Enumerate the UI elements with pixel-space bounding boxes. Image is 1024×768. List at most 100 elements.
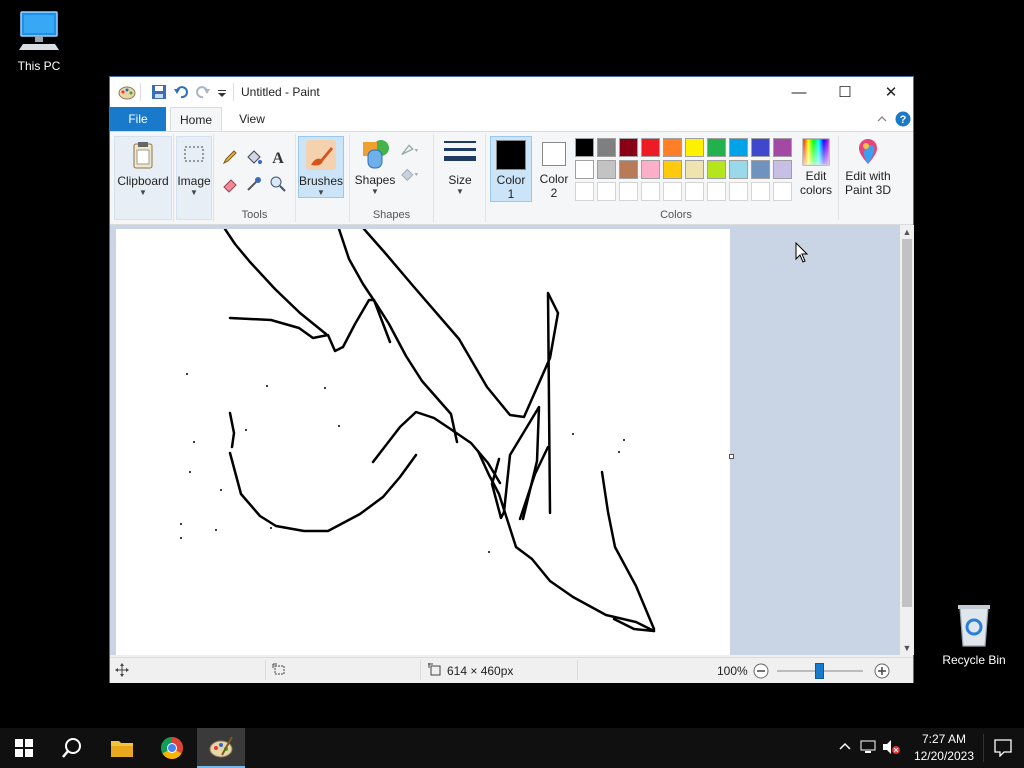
zoom-out-icon[interactable] [753,663,769,682]
shapes-button[interactable]: Shapes ▼ [354,136,396,198]
color1-button[interactable]: Color 1 [490,136,532,202]
scroll-down-icon[interactable]: ▼ [900,641,914,655]
desktop-icon-label: This PC [17,59,61,73]
palette-empty-swatch[interactable] [773,182,792,201]
palette-swatch[interactable] [641,138,660,157]
clipboard-button[interactable]: Clipboard ▼ [114,136,172,220]
separator [265,660,266,680]
eraser-icon[interactable] [220,174,240,194]
outline-icon[interactable] [400,140,420,160]
size-button[interactable]: Size ▼ [440,136,480,198]
paint-app-icon[interactable] [118,84,136,100]
search-button[interactable] [48,728,96,768]
shapes-button-label: Shapes [354,173,396,187]
palette-swatch[interactable] [685,160,704,179]
show-hidden-icons-icon[interactable] [838,740,852,757]
palette-swatch[interactable] [685,138,704,157]
magnifier-icon[interactable] [268,174,288,194]
tab-view[interactable]: View [226,107,278,131]
zoom-slider-thumb[interactable] [815,663,824,679]
palette-swatch[interactable] [729,138,748,157]
paint-window: Untitled - Paint — ☐ ✕ File Home View ? … [109,76,914,683]
cursor-position-icon [115,663,129,680]
collapse-ribbon-icon[interactable] [875,112,889,126]
taskbar-file-explorer[interactable] [98,728,146,768]
volume-muted-icon[interactable] [882,739,900,758]
palette-empty-swatch[interactable] [751,182,770,201]
colors-group: Color 1 Color 2 Edit colors Colors Edit … [486,134,900,222]
palette-swatch[interactable] [773,138,792,157]
tab-home[interactable]: Home [170,107,222,131]
image-button[interactable]: Image ▼ [176,136,212,220]
windows-icon [15,739,33,757]
palette-swatch[interactable] [663,138,682,157]
edit-with-paint3d-button[interactable]: Edit with Paint 3D [842,136,894,202]
fill-icon[interactable] [244,147,264,167]
maximize-button[interactable]: ☐ [822,77,868,107]
palette-swatch[interactable] [641,160,660,179]
save-icon[interactable] [151,84,167,100]
clipboard-group: Clipboard ▼ [114,134,174,222]
size-icon [444,138,476,170]
pencil-icon[interactable] [220,147,240,167]
text-icon[interactable]: A [268,147,288,167]
network-icon[interactable] [860,739,878,758]
palette-empty-swatch[interactable] [685,182,704,201]
palette-swatch[interactable] [707,160,726,179]
separator [233,83,234,101]
minimize-button[interactable]: — [776,77,822,107]
palette-swatch[interactable] [597,160,616,179]
palette-swatch[interactable] [575,160,594,179]
palette-swatch[interactable] [707,138,726,157]
zoom-slider[interactable] [777,663,863,679]
palette-empty-swatch[interactable] [575,182,594,201]
color-picker-icon[interactable] [244,174,264,194]
palette-empty-swatch[interactable] [707,182,726,201]
help-icon[interactable]: ? [895,111,911,127]
zoom-in-icon[interactable] [874,663,890,682]
palette-empty-swatch[interactable] [641,182,660,201]
color2-button[interactable]: Color 2 [534,136,574,202]
palette-swatch[interactable] [751,138,770,157]
palette-swatch[interactable] [619,160,638,179]
palette-empty-swatch[interactable] [729,182,748,201]
palette-empty-swatch[interactable] [619,182,638,201]
palette-swatch[interactable] [575,138,594,157]
chevron-down-icon: ▼ [317,188,325,197]
desktop-icon-this-pc[interactable]: This PC [1,8,77,73]
separator [577,660,578,680]
clock[interactable]: 7:27 AM 12/20/2023 [914,731,974,765]
drawing-canvas[interactable] [116,227,730,655]
close-button[interactable]: ✕ [868,77,914,107]
shapes-label: Shapes [372,209,411,221]
undo-icon[interactable] [173,84,189,100]
taskbar-chrome[interactable] [148,728,196,768]
tab-file[interactable]: File [110,107,166,131]
palette-swatch[interactable] [619,138,638,157]
edit-colors-button[interactable]: Edit colors [798,136,834,202]
scroll-up-icon[interactable]: ▲ [900,225,914,239]
start-button[interactable] [0,728,48,768]
palette-swatch[interactable] [751,160,770,179]
palette-empty-swatch[interactable] [663,182,682,201]
ribbon-tabs: File Home View ? [110,107,913,131]
brushes-button[interactable]: Brushes ▼ [298,136,344,198]
palette-swatch[interactable] [663,160,682,179]
redo-icon[interactable] [195,84,211,100]
notifications-icon[interactable] [994,739,1012,760]
recycle-bin-icon [958,605,990,647]
customize-quick-access-icon[interactable] [217,84,233,100]
computer-icon [19,11,59,50]
palette-swatch[interactable] [597,138,616,157]
palette-swatch[interactable] [773,160,792,179]
palette-empty-swatch[interactable] [597,182,616,201]
desktop-icon-recycle-bin[interactable]: Recycle Bin [936,600,1012,667]
chevron-down-icon: ▼ [371,187,379,196]
vertical-scrollbar[interactable]: ▲ ▼ [900,225,914,655]
canvas-resize-handle[interactable] [729,454,734,459]
palette-swatch[interactable] [729,160,748,179]
fill-shape-icon[interactable] [400,164,420,184]
scrollbar-thumb[interactable] [902,239,912,607]
taskbar-paint[interactable] [197,728,245,768]
status-bar: 614 × 460px 100% [110,657,913,683]
